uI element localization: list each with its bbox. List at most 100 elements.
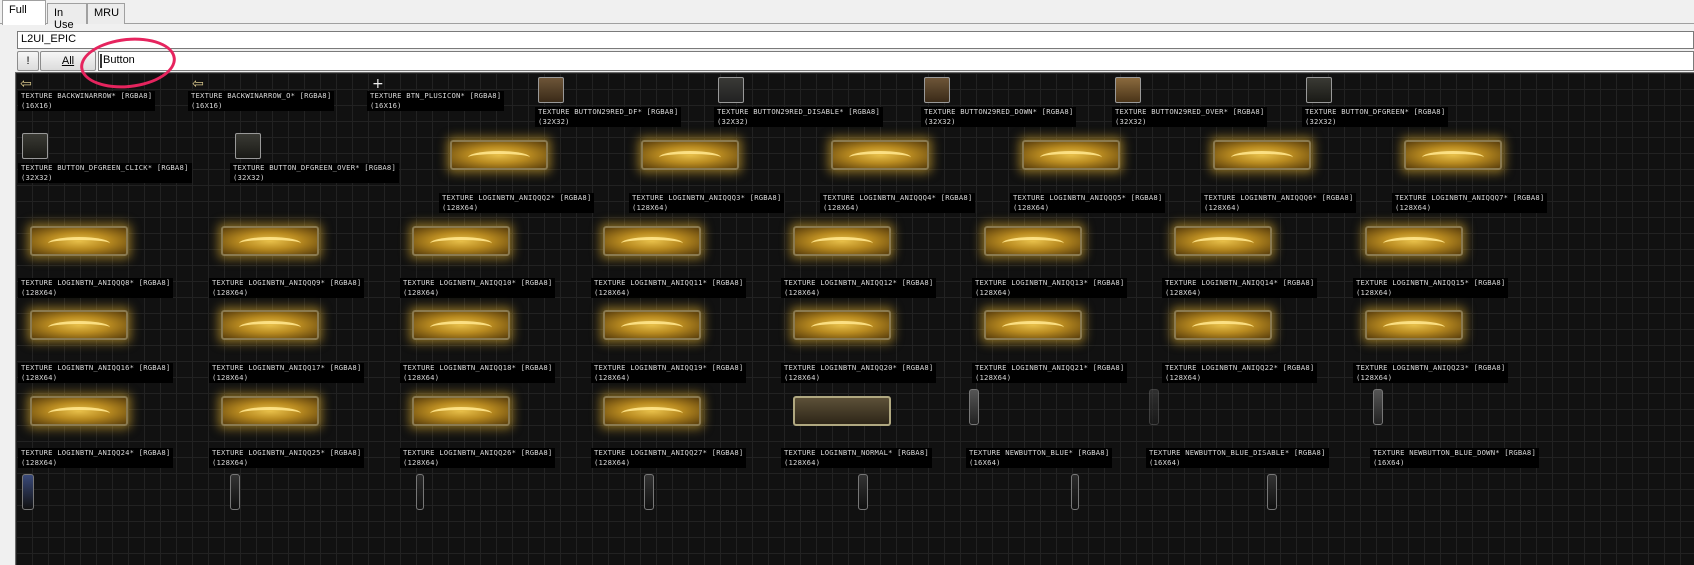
texture-size: (16X64) <box>969 458 1001 467</box>
filter-input[interactable]: Button <box>98 51 1694 71</box>
texture-size: (128X64) <box>1165 288 1202 297</box>
texture-thumbnail <box>230 474 240 510</box>
texture-label: TEXTURE BUTTON29RED_DISABLE* [RGBA8] (32X… <box>714 107 883 127</box>
texture-name: TEXTURE LOGINBTN_ANIQQQ8* [RGBA8] <box>21 278 171 287</box>
texture-name: TEXTURE LOGINBTN_ANIQQ19* [RGBA8] <box>594 363 744 372</box>
texture-thumbnail <box>603 226 701 256</box>
texture-size: (128X64) <box>784 288 821 297</box>
texture-thumbnail <box>984 310 1082 340</box>
texture-size: (128X64) <box>784 458 821 467</box>
texture-thumbnail <box>221 310 319 340</box>
texture-name: TEXTURE LOGINBTN_ANIQQ23* [RGBA8] <box>1356 363 1506 372</box>
texture-label: TEXTURE LOGINBTN_ANIQQ27* [RGBA8] (128X64… <box>591 448 747 468</box>
texture-thumbnail <box>22 474 34 510</box>
texture-thumbnail <box>450 140 548 170</box>
texture-name: TEXTURE LOGINBTN_NORMAL* [RGBA8] <box>784 448 929 457</box>
texture-label: TEXTURE LOGINBTN_ANIQQQ4* [RGBA8] (128X64… <box>820 193 976 213</box>
texture-thumbnail <box>1213 140 1311 170</box>
texture-label: TEXTURE LOGINBTN_ANIQQ16* [RGBA8] (128X64… <box>18 363 174 383</box>
texture-thumbnail <box>1022 140 1120 170</box>
texture-thumbnail <box>22 133 48 159</box>
texture-thumbnail <box>1404 140 1502 170</box>
texture-size: (32X32) <box>1305 117 1337 126</box>
texture-name: TEXTURE LOGINBTN_ANIQQQ5* [RGBA8] <box>1013 193 1163 202</box>
exclaim-button[interactable]: ! <box>17 51 39 71</box>
texture-thumbnail <box>793 226 891 256</box>
package-field[interactable]: L2UI_EPIC <box>17 31 1694 49</box>
tab-in-use[interactable]: In Use <box>47 3 87 31</box>
texture-size: (16X16) <box>370 101 402 110</box>
texture-size: (128X64) <box>594 458 631 467</box>
texture-size: (128X64) <box>212 288 249 297</box>
texture-name: TEXTURE BUTTON29RED_DOWN* [RGBA8] <box>924 107 1074 116</box>
texture-thumbnail <box>793 396 891 426</box>
texture-size: (128X64) <box>21 288 58 297</box>
texture-size: (128X64) <box>594 288 631 297</box>
texture-label: TEXTURE LOGINBTN_ANIQQ20* [RGBA8] (128X64… <box>781 363 937 383</box>
texture-label: TEXTURE NEWBUTTON_BLUE_DISABLE* [RGBA8](… <box>1146 448 1329 468</box>
arrow-left-icon: ⇦ <box>192 76 204 92</box>
texture-name: TEXTURE LOGINBTN_ANIQQ24* [RGBA8] <box>21 448 171 457</box>
texture-size: (128X64) <box>1395 203 1432 212</box>
texture-label: TEXTURE BUTTON29RED_DOWN* [RGBA8] (32X32) <box>921 107 1077 127</box>
texture-thumbnail <box>1149 389 1159 425</box>
texture-browser-canvas[interactable]: ⇦ TEXTURE BACKWINARROW* [RGBA8] (16X16) ⇦ TE… <box>15 72 1694 565</box>
texture-label: TEXTURE LOGINBTN_ANIQQ23* [RGBA8] (128X64… <box>1353 363 1509 383</box>
texture-thumbnail <box>1365 226 1463 256</box>
texture-thumbnail <box>416 474 424 510</box>
texture-name: TEXTURE LOGINBTN_ANIQQ10* [RGBA8] <box>403 278 553 287</box>
texture-name: TEXTURE LOGINBTN_ANIQQ18* [RGBA8] <box>403 363 553 372</box>
texture-name: TEXTURE LOGINBTN_ANIQQ20* [RGBA8] <box>784 363 934 372</box>
texture-name: TEXTURE LOGINBTN_ANIQQ17* [RGBA8] <box>212 363 362 372</box>
texture-label: TEXTURE LOGINBTN_ANIQQ12* [RGBA8] (128X64… <box>781 278 937 298</box>
texture-name: TEXTURE LOGINBTN_ANIQQQ3* [RGBA8] <box>632 193 782 202</box>
texture-thumbnail <box>641 140 739 170</box>
texture-name: TEXTURE BUTTON29RED_DF* [RGBA8] <box>538 107 679 116</box>
texture-thumbnail <box>221 226 319 256</box>
texture-name: TEXTURE BUTTON_DFGREEN_OVER* [RGBA8] <box>233 163 396 172</box>
texture-label: TEXTURE LOGINBTN_ANIQQ22* [RGBA8] (128X64… <box>1162 363 1318 383</box>
texture-name: TEXTURE BUTTON29RED_DISABLE* [RGBA8] <box>717 107 880 116</box>
texture-name: TEXTURE BUTTON29RED_OVER* [RGBA8] <box>1115 107 1265 116</box>
texture-size: (16X64) <box>1149 458 1181 467</box>
texture-size: (32X32) <box>233 173 265 182</box>
texture-name: TEXTURE NEWBUTTON_BLUE_DISABLE* [RGBA8] <box>1149 448 1326 457</box>
texture-thumbnail <box>1071 474 1079 510</box>
texture-size: (128X64) <box>403 373 440 382</box>
texture-thumbnail <box>858 474 868 510</box>
texture-name: TEXTURE BACKWINARROW* [RGBA8] <box>21 91 153 100</box>
texture-thumbnail <box>1115 77 1141 103</box>
texture-label: TEXTURE LOGINBTN_ANIQQ11* [RGBA8] (128X64… <box>591 278 747 298</box>
texture-size: (128X64) <box>21 458 58 467</box>
texture-thumbnail <box>30 310 128 340</box>
texture-name: TEXTURE LOGINBTN_ANIQQQ9* [RGBA8] <box>212 278 362 287</box>
texture-size: (32X32) <box>924 117 956 126</box>
arrow-left-icon: ⇦ <box>20 76 32 92</box>
texture-name: TEXTURE LOGINBTN_ANIQQ25* [RGBA8] <box>212 448 362 457</box>
texture-label: TEXTURE LOGINBTN_ANIQQ24* [RGBA8] (128X64… <box>18 448 174 468</box>
texture-size: (128X64) <box>21 373 58 382</box>
texture-thumbnail <box>1373 389 1383 425</box>
texture-name: TEXTURE LOGINBTN_ANIQQ11* [RGBA8] <box>594 278 744 287</box>
texture-label: TEXTURE BACKWINARROW* [RGBA8] (16X16) <box>18 91 156 111</box>
texture-thumbnail <box>412 310 510 340</box>
texture-label: TEXTURE BUTTON29RED_OVER* [RGBA8] (32X32) <box>1112 107 1268 127</box>
texture-name: TEXTURE BUTTON_DFGREEN* [RGBA8] <box>1305 107 1446 116</box>
texture-size: (128X64) <box>212 458 249 467</box>
texture-label: TEXTURE LOGINBTN_ANIQQ15* [RGBA8] (128X64… <box>1353 278 1509 298</box>
texture-name: TEXTURE LOGINBTN_ANIQQQ4* [RGBA8] <box>823 193 973 202</box>
texture-thumbnail <box>221 396 319 426</box>
texture-label: TEXTURE LOGINBTN_ANIQQ18* [RGBA8] (128X64… <box>400 363 556 383</box>
texture-label: TEXTURE LOGINBTN_ANIQQQ5* [RGBA8] (128X64… <box>1010 193 1166 213</box>
texture-label: TEXTURE LOGINBTN_ANIQQQ2* [RGBA8] (128X64… <box>439 193 595 213</box>
texture-size: (16X16) <box>191 101 223 110</box>
texture-size: (128X64) <box>1013 203 1050 212</box>
texture-label: TEXTURE LOGINBTN_NORMAL* [RGBA8] (128X64) <box>781 448 932 468</box>
tab-mru[interactable]: MRU <box>87 3 125 24</box>
tab-full[interactable]: Full <box>2 0 46 25</box>
texture-size: (32X32) <box>717 117 749 126</box>
texture-label: TEXTURE LOGINBTN_ANIQQQ3* [RGBA8] (128X64… <box>629 193 785 213</box>
texture-thumbnail <box>793 310 891 340</box>
texture-thumbnail <box>1365 310 1463 340</box>
texture-thumbnail <box>30 396 128 426</box>
